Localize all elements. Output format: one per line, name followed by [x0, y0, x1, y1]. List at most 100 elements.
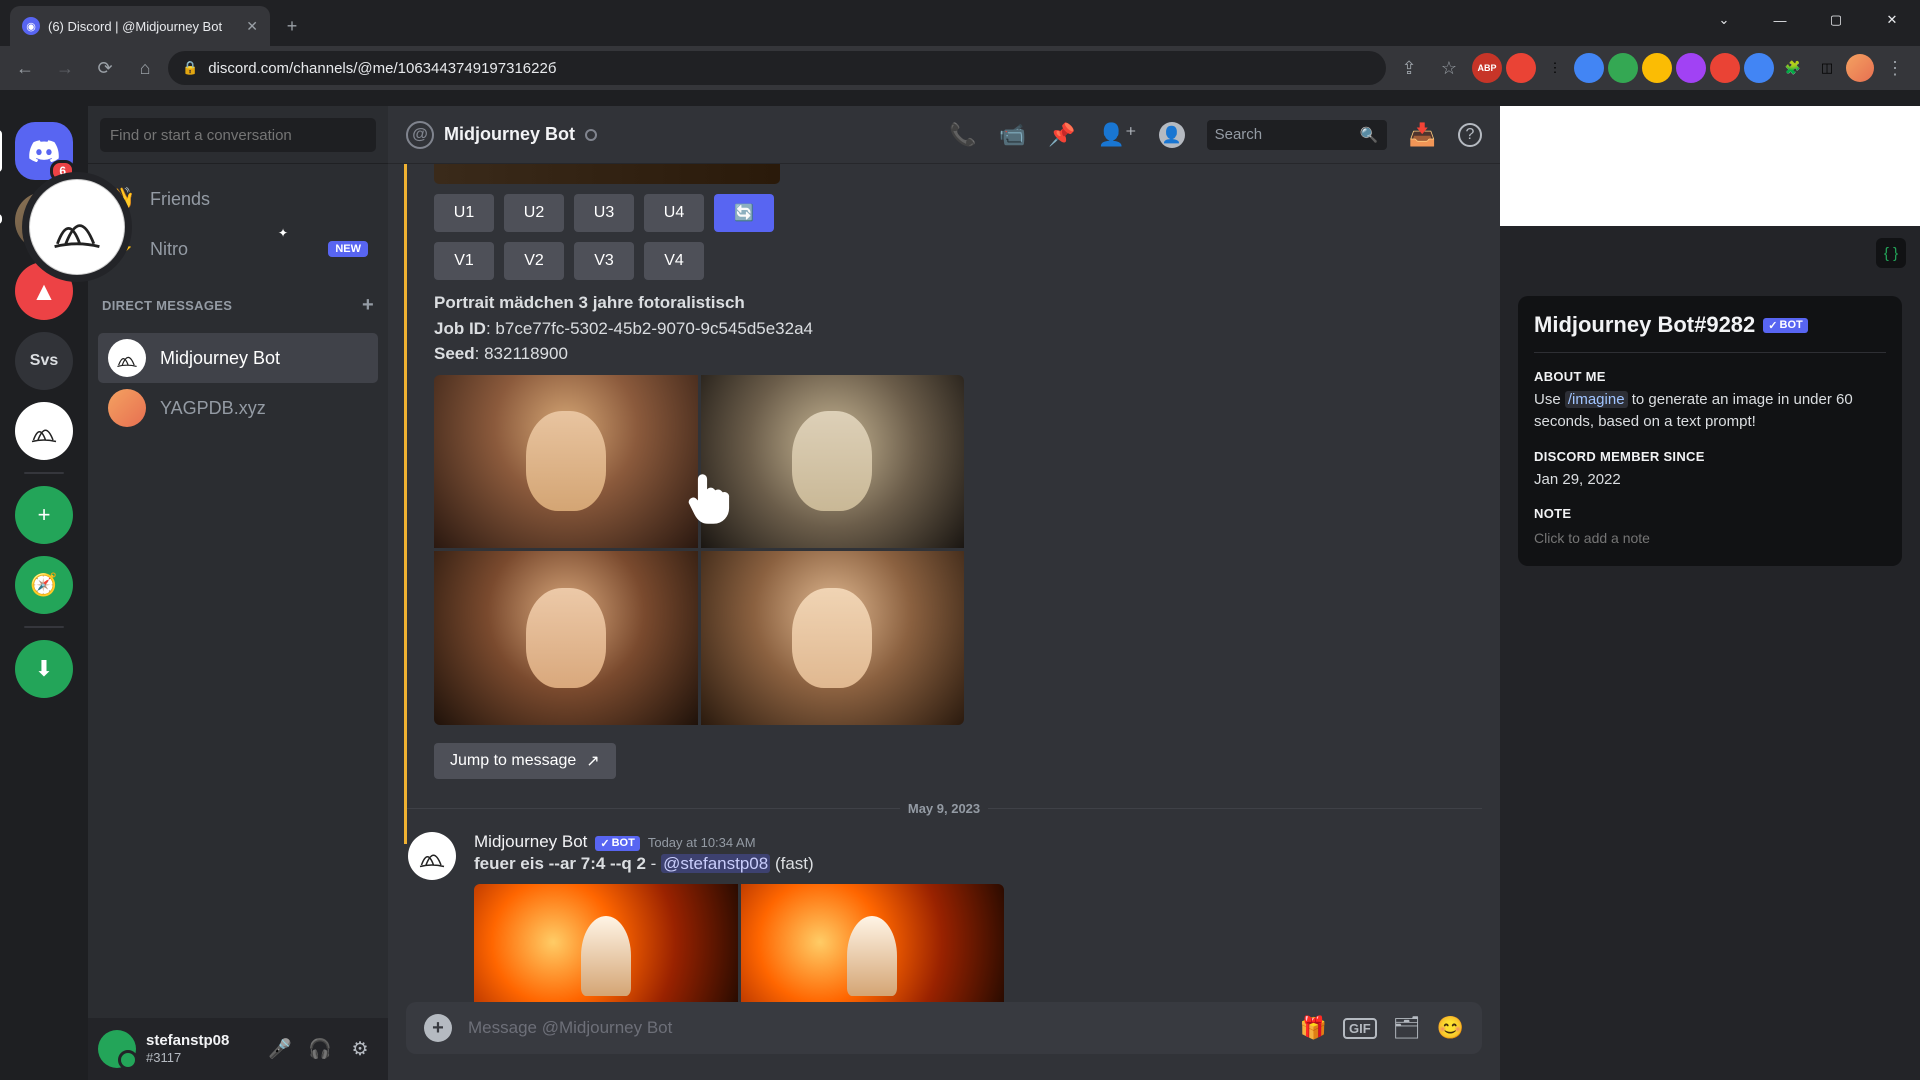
- ext-icon[interactable]: [1642, 53, 1672, 83]
- message-author[interactable]: Midjourney Bot: [474, 832, 587, 852]
- ext-icon[interactable]: [1574, 53, 1604, 83]
- window-minimize-button[interactable]: ―: [1752, 0, 1808, 40]
- user-panel: stefanstp08 #3117 🎤 🎧 ⚙: [88, 1018, 388, 1080]
- user-mention[interactable]: @stefanstp08: [661, 854, 770, 873]
- dm-item-midjourney[interactable]: Midjourney Bot: [98, 333, 378, 383]
- server-item[interactable]: Svs: [15, 332, 73, 390]
- note-heading: NOTE: [1534, 506, 1886, 521]
- user-settings-button[interactable]: ⚙: [342, 1031, 378, 1067]
- message-input[interactable]: [468, 1018, 1284, 1038]
- u1-button[interactable]: U1: [434, 194, 494, 232]
- server-label: Svs: [30, 352, 58, 370]
- emoji-button[interactable]: 😊: [1437, 1015, 1464, 1041]
- ext-icon[interactable]: [1506, 53, 1536, 83]
- explore-servers-button[interactable]: 🧭: [15, 556, 73, 614]
- bot-tag: ✓BOT: [595, 836, 639, 851]
- dev-badge-icon[interactable]: { }: [1876, 238, 1906, 268]
- ext-icon[interactable]: [1744, 53, 1774, 83]
- home-button[interactable]: 6: [15, 122, 73, 180]
- ext-abp-icon[interactable]: ABP: [1472, 53, 1502, 83]
- external-link-icon: ↗: [586, 751, 599, 771]
- profile-card: Midjourney Bot#9282 ✓BOT ABOUT ME Use /i…: [1518, 296, 1902, 566]
- window-dropdown-icon[interactable]: ⌄: [1696, 0, 1752, 40]
- window-close-button[interactable]: ✕: [1864, 0, 1920, 40]
- search-placeholder: Search: [1215, 126, 1263, 143]
- v4-button[interactable]: V4: [644, 242, 704, 280]
- reroll-button[interactable]: 🔄: [714, 194, 774, 232]
- deafen-button[interactable]: 🎧: [302, 1031, 338, 1067]
- midjourney-logo-icon: [49, 199, 105, 255]
- v3-button[interactable]: V3: [574, 242, 634, 280]
- note-input[interactable]: [1534, 526, 1886, 550]
- ext-icon[interactable]: [1608, 53, 1638, 83]
- v1-button[interactable]: V1: [434, 242, 494, 280]
- ext-puzzle-icon[interactable]: 🧩: [1778, 53, 1808, 83]
- date-divider: May 9, 2023: [406, 801, 1482, 816]
- browser-toolbar: ← → ⟳ ⌂ 🔒 discord.com/channels/@me/10634…: [0, 46, 1920, 90]
- add-server-button[interactable]: +: [15, 486, 73, 544]
- ext-icon[interactable]: [1676, 53, 1706, 83]
- tab-close-icon[interactable]: ✕: [246, 18, 258, 35]
- message-scroller[interactable]: U1 U2 U3 U4 🔄 V1 V2 V3 V4 Portrait mädch…: [388, 164, 1500, 1002]
- attach-button[interactable]: +: [424, 1014, 452, 1042]
- mute-mic-button[interactable]: 🎤: [262, 1031, 298, 1067]
- find-conversation-input[interactable]: [100, 118, 376, 152]
- voice-call-button[interactable]: 📞: [949, 122, 976, 148]
- search-box[interactable]: Search 🔍: [1207, 120, 1387, 150]
- message-avatar[interactable]: [408, 832, 456, 880]
- profile-panel: { } Midjourney Bot#9282 ✓BOT ABOUT ME Us…: [1500, 106, 1920, 1080]
- gif-button[interactable]: GIF: [1343, 1018, 1377, 1039]
- ext-sidepanel-icon[interactable]: ◫: [1812, 53, 1842, 83]
- bookmark-icon[interactable]: ☆: [1432, 51, 1466, 85]
- ext-icon[interactable]: [1710, 53, 1740, 83]
- discord-logo-icon: [29, 140, 59, 162]
- help-button[interactable]: ?: [1458, 123, 1482, 147]
- browser-menu-icon[interactable]: ⋮: [1878, 51, 1912, 85]
- share-icon[interactable]: ⇪: [1392, 51, 1426, 85]
- image-attachment[interactable]: [434, 164, 780, 184]
- nav-back-button[interactable]: ←: [8, 51, 42, 85]
- seed-label: Seed: [434, 344, 475, 363]
- profile-avatar[interactable]: [29, 179, 125, 275]
- nav-reload-button[interactable]: ⟳: [88, 51, 122, 85]
- u2-button[interactable]: U2: [504, 194, 564, 232]
- u3-button[interactable]: U3: [574, 194, 634, 232]
- download-apps-button[interactable]: ⬇: [15, 640, 73, 698]
- url-text: discord.com/channels/@me/106344374919731…: [208, 60, 556, 77]
- ext-icon[interactable]: ⋮: [1540, 53, 1570, 83]
- server-midjourney[interactable]: [15, 402, 73, 460]
- new-tab-button[interactable]: +: [276, 10, 308, 42]
- dm-header-label: DIRECT MESSAGES: [102, 298, 232, 313]
- add-friends-button[interactable]: 👤⁺: [1098, 122, 1137, 148]
- gift-button[interactable]: 🎁: [1300, 1015, 1327, 1041]
- user-avatar[interactable]: [98, 1030, 136, 1068]
- lock-icon: 🔒: [182, 60, 198, 76]
- rail-separator: [24, 626, 64, 628]
- user-profile-button[interactable]: 👤: [1159, 122, 1185, 148]
- inbox-button[interactable]: 📥: [1409, 122, 1436, 148]
- create-dm-button[interactable]: +: [362, 294, 374, 317]
- nitro-tab[interactable]: ⚡ Nitro ✦ NEW: [98, 224, 378, 274]
- jump-label: Jump to message: [450, 752, 576, 770]
- u4-button[interactable]: U4: [644, 194, 704, 232]
- nav-forward-button[interactable]: →: [48, 51, 82, 85]
- main-column: @ Midjourney Bot 📞 📹 📌 👤⁺ 👤 Search 🔍 📥 ?: [388, 106, 1500, 1080]
- address-bar[interactable]: 🔒 discord.com/channels/@me/1063443749197…: [168, 51, 1386, 85]
- pinned-messages-button[interactable]: 📌: [1048, 122, 1075, 148]
- dm-item-yagpdb[interactable]: YAGPDB.xyz: [98, 383, 378, 433]
- browser-tab[interactable]: ◉ (6) Discord | @Midjourney Bot ✕: [10, 6, 270, 46]
- profile-avatar-icon[interactable]: [1846, 54, 1874, 82]
- friends-tab[interactable]: 👋 Friends: [98, 174, 378, 224]
- v2-button[interactable]: V2: [504, 242, 564, 280]
- discord-app: 6 ▲ Svs + 🧭 ⬇ 👋 Friends ⚡ Nitro ✦ NEW: [0, 106, 1920, 1080]
- member-since-heading: DISCORD MEMBER SINCE: [1534, 449, 1886, 464]
- window-maximize-button[interactable]: ▢: [1808, 0, 1864, 40]
- jump-to-message-button[interactable]: Jump to message ↗: [434, 743, 616, 779]
- image-grid[interactable]: [434, 375, 964, 725]
- image-grid[interactable]: [474, 884, 1004, 1003]
- grid-cell-2: [741, 884, 1005, 1003]
- video-call-button[interactable]: 📹: [999, 122, 1026, 148]
- member-since-text: Jan 29, 2022: [1534, 469, 1886, 491]
- sticker-button[interactable]: 🗂: [1393, 1015, 1421, 1041]
- nav-home-button[interactable]: ⌂: [128, 51, 162, 85]
